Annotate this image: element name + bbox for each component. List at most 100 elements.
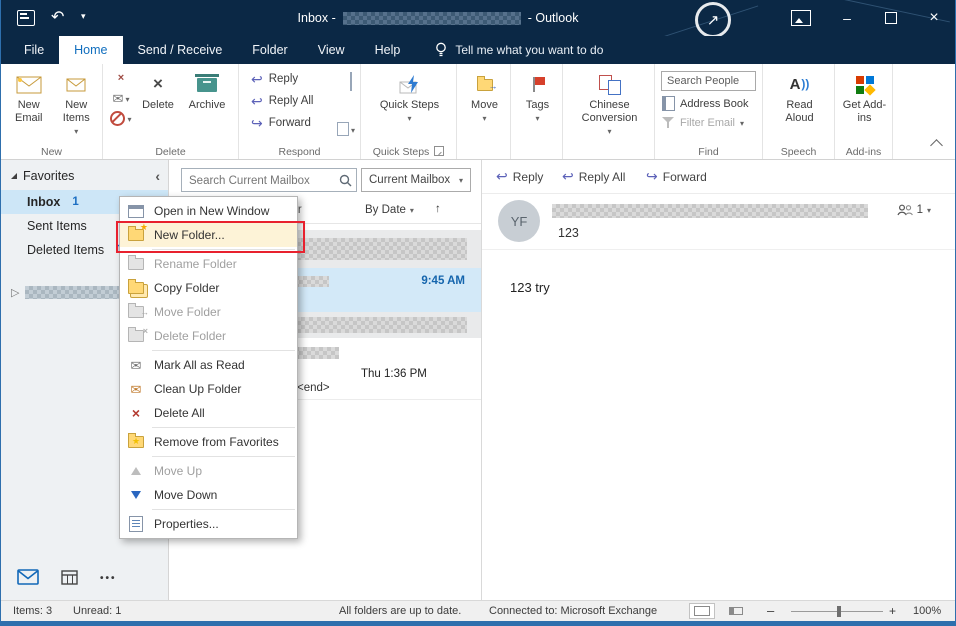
undo-icon[interactable]: ↶ <box>51 7 64 27</box>
more-respond-button[interactable] <box>337 120 355 138</box>
response-toolbar: Reply Reply All Forward <box>482 160 956 194</box>
calendar-nav-button[interactable] <box>61 569 78 588</box>
zoom-level[interactable]: 100% <box>913 605 941 617</box>
people-icon <box>897 204 913 216</box>
junk-button[interactable] <box>108 109 134 127</box>
normal-view-icon <box>694 606 710 616</box>
tab-help[interactable]: Help <box>360 36 416 64</box>
menu-item-move-down[interactable]: Move Down <box>120 483 297 507</box>
redacted-account-name <box>343 12 521 25</box>
quick-steps-dialog-launcher-icon[interactable] <box>434 146 444 156</box>
menu-item-clean-up-folder[interactable]: Clean Up Folder <box>120 377 297 401</box>
meeting-icon <box>350 72 352 91</box>
minimize-button[interactable]: – <box>825 0 869 36</box>
new-items-button[interactable]: New Items <box>54 67 100 138</box>
get-addins-button[interactable]: Get Add-ins <box>840 67 889 125</box>
favorites-header[interactable]: Favorites ‹ <box>11 166 160 186</box>
mailbox-scope-label: Current Mailbox <box>369 174 450 186</box>
address-book-icon <box>662 96 675 111</box>
move-label: Move <box>471 99 498 112</box>
message-body: 123 try <box>510 280 550 295</box>
meeting-button[interactable] <box>350 73 352 91</box>
quick-access-toolbar-icon[interactable] <box>17 10 35 26</box>
new-email-icon <box>16 70 42 99</box>
collapsed-triangle-icon[interactable] <box>11 286 19 299</box>
menu-item-delete-all[interactable]: × Delete All <box>120 401 297 425</box>
menu-item-copy-folder[interactable]: Copy Folder <box>120 276 297 300</box>
clean-up-button[interactable] <box>108 89 134 107</box>
move-button[interactable]: → Move <box>462 67 507 125</box>
search-icon[interactable] <box>339 174 352 192</box>
quick-steps-button[interactable]: Quick Steps <box>379 67 441 125</box>
message-date: Thu 1:36 PM <box>361 368 427 380</box>
wallpaper-arrow-decoration: ↗ <box>695 2 731 38</box>
chevron-down-icon <box>607 125 611 138</box>
tab-home[interactable]: Home <box>59 36 122 64</box>
menu-item-new-folder[interactable]: ★ New Folder... <box>120 223 297 247</box>
reading-view-button[interactable] <box>723 603 749 619</box>
quick-access-customize-chevron-icon[interactable]: ▾ <box>81 11 86 22</box>
chinese-conversion-button[interactable]: Chinese Conversion <box>570 67 650 138</box>
zoom-slider-thumb[interactable] <box>837 606 841 617</box>
menu-item-mark-all-as-read[interactable]: Mark All as Read <box>120 353 297 377</box>
delete-button[interactable]: × Delete <box>136 67 180 127</box>
ignore-button[interactable]: × <box>108 69 134 87</box>
ribbon-display-options-button[interactable] <box>779 0 823 36</box>
chevron-down-icon <box>351 120 355 138</box>
move-up-icon <box>127 462 145 480</box>
chevron-down-icon <box>740 117 744 129</box>
tab-folder[interactable]: Folder <box>237 36 302 64</box>
new-items-icon <box>66 70 86 99</box>
tab-view[interactable]: View <box>303 36 360 64</box>
close-button[interactable]: × <box>913 0 955 36</box>
reply-button[interactable]: Reply <box>239 68 360 90</box>
menu-separator <box>152 427 295 428</box>
menu-item-remove-from-favorites[interactable]: ★ Remove from Favorites <box>120 430 297 454</box>
more-apps-button[interactable]: ••• <box>100 573 117 584</box>
folder-deleted-items-label: Deleted Items <box>27 243 104 257</box>
copy-folder-icon <box>127 279 145 297</box>
collapse-ribbon-icon[interactable] <box>930 139 943 152</box>
menu-item-open-in-new-window[interactable]: Open in New Window <box>120 199 297 223</box>
sort-dropdown[interactable]: By Date <box>365 204 414 216</box>
zoom-out-button[interactable]: – <box>767 603 774 618</box>
folder-context-menu: Open in New Window ★ New Folder... Renam… <box>119 196 298 539</box>
clean-up-folder-icon <box>127 380 145 398</box>
chevron-down-icon <box>127 109 131 127</box>
delete-all-icon: × <box>127 404 145 422</box>
menu-item-properties[interactable]: Properties... <box>120 512 297 536</box>
reply-all-icon <box>562 168 574 185</box>
filter-email-label: Filter Email <box>680 117 735 129</box>
new-email-button[interactable]: New Email <box>6 67 52 138</box>
search-input[interactable] <box>187 171 339 191</box>
search-people-label: Search People <box>667 75 739 87</box>
tags-button[interactable]: Tags <box>516 67 559 125</box>
ribbon-group-addins: Get Add-ins Add-ins <box>835 64 893 159</box>
reply-all-inline-button[interactable]: Reply All <box>562 168 625 185</box>
mail-nav-button[interactable] <box>17 569 39 588</box>
sort-direction-icon[interactable]: ↑ <box>435 203 441 215</box>
reply-inline-button[interactable]: Reply <box>496 168 543 185</box>
normal-view-button[interactable] <box>689 603 715 619</box>
recipients-button[interactable]: 1 <box>897 204 931 216</box>
read-aloud-button[interactable]: A)) Read Aloud <box>772 67 828 125</box>
menu-separator <box>152 509 295 510</box>
message-preview: <end> <box>297 382 330 394</box>
title-bar: ↶ ▾ Inbox - - Outlook ↗ – × <box>1 0 955 36</box>
minimize-folder-pane-icon[interactable]: ‹ <box>155 168 160 184</box>
tell-me-box[interactable]: Tell me what you want to do <box>435 36 603 64</box>
avatar[interactable]: YF <box>498 200 540 242</box>
tab-send-receive[interactable]: Send / Receive <box>123 36 238 64</box>
unread-count: Unread: 1 <box>73 605 121 617</box>
forward-inline-button[interactable]: Forward <box>646 168 707 185</box>
mailbox-scope-dropdown[interactable]: Current Mailbox <box>361 168 471 192</box>
tab-file[interactable]: File <box>9 36 59 64</box>
maximize-button[interactable] <box>869 0 913 36</box>
zoom-in-button[interactable]: + <box>889 604 896 618</box>
address-book-button[interactable]: Address Book <box>655 94 762 113</box>
calendar-icon <box>61 569 78 585</box>
ribbon-group-find-label: Find <box>655 146 762 158</box>
archive-button[interactable]: Archive <box>182 67 232 127</box>
reply-all-button[interactable]: Reply All <box>239 90 360 112</box>
search-people-input[interactable]: Search People <box>661 71 756 91</box>
